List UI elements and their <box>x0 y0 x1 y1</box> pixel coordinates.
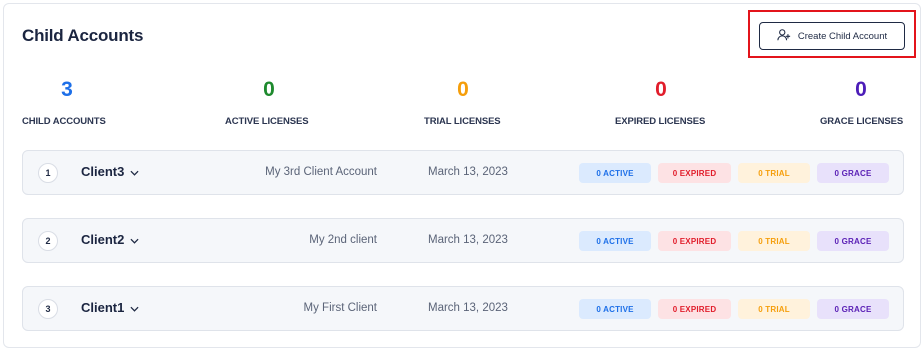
stat-trial-licenses: 0 TRIAL LICENSES <box>424 78 501 127</box>
expired-badge: 0 EXPIRED <box>658 231 731 251</box>
row-index: 2 <box>38 231 58 251</box>
account-name-toggle[interactable]: Client2 <box>81 232 139 247</box>
stat-label: EXPIRED LICENSES <box>615 116 706 127</box>
account-row: 1 Client3 My 3rd Client Account March 13… <box>22 150 904 195</box>
stat-value: 3 <box>61 78 73 101</box>
trial-badge: 0 TRIAL <box>738 231 810 251</box>
grace-badge: 0 GRACE <box>817 163 889 183</box>
account-date: March 13, 2023 <box>428 166 508 178</box>
row-index: 3 <box>38 299 58 319</box>
account-description: My 2nd client <box>309 234 377 246</box>
chevron-down-icon <box>130 300 139 315</box>
account-name: Client2 <box>81 232 125 247</box>
create-button-label: Create Child Account <box>797 30 888 42</box>
stat-value: 0 <box>457 78 469 101</box>
stat-label: CHILD ACCOUNTS <box>22 116 106 127</box>
account-row: 3 Client1 My First Client March 13, 2023… <box>22 286 904 331</box>
stat-grace-licenses: 0 GRACE LICENSES <box>820 78 903 127</box>
page-title: Child Accounts <box>22 26 144 45</box>
stat-expired-licenses: 0 EXPIRED LICENSES <box>615 78 705 127</box>
account-name-toggle[interactable]: Client3 <box>81 164 139 179</box>
expired-badge: 0 EXPIRED <box>658 163 731 183</box>
stat-value: 0 <box>655 78 667 101</box>
account-description: My 3rd Client Account <box>265 166 377 178</box>
create-child-account-button[interactable]: Create Child Account <box>759 22 905 50</box>
active-badge: 0 ACTIVE <box>579 163 651 183</box>
stat-active-licenses: 0 ACTIVE LICENSES <box>225 78 309 127</box>
expired-badge: 0 EXPIRED <box>658 299 731 319</box>
stat-value: 0 <box>855 78 867 101</box>
grace-badge: 0 GRACE <box>817 299 889 319</box>
chevron-down-icon <box>130 164 139 179</box>
account-date: March 13, 2023 <box>428 302 508 314</box>
trial-badge: 0 TRIAL <box>738 299 810 319</box>
grace-badge: 0 GRACE <box>817 231 889 251</box>
chevron-down-icon <box>130 232 139 247</box>
stat-child-accounts: 3 CHILD ACCOUNTS <box>22 78 106 127</box>
stat-label: ACTIVE LICENSES <box>225 116 309 127</box>
account-name: Client1 <box>81 300 125 315</box>
stat-value: 0 <box>263 78 275 101</box>
active-badge: 0 ACTIVE <box>579 231 651 251</box>
stat-label: TRIAL LICENSES <box>424 116 501 127</box>
account-date: March 13, 2023 <box>428 234 508 246</box>
account-description: My First Client <box>303 302 377 314</box>
account-row: 2 Client2 My 2nd client March 13, 2023 0… <box>22 218 904 263</box>
trial-badge: 0 TRIAL <box>738 163 810 183</box>
add-user-icon <box>777 28 791 45</box>
account-name: Client3 <box>81 164 125 179</box>
account-name-toggle[interactable]: Client1 <box>81 300 139 315</box>
stat-label: GRACE LICENSES <box>820 116 904 127</box>
row-index: 1 <box>38 163 58 183</box>
active-badge: 0 ACTIVE <box>579 299 651 319</box>
